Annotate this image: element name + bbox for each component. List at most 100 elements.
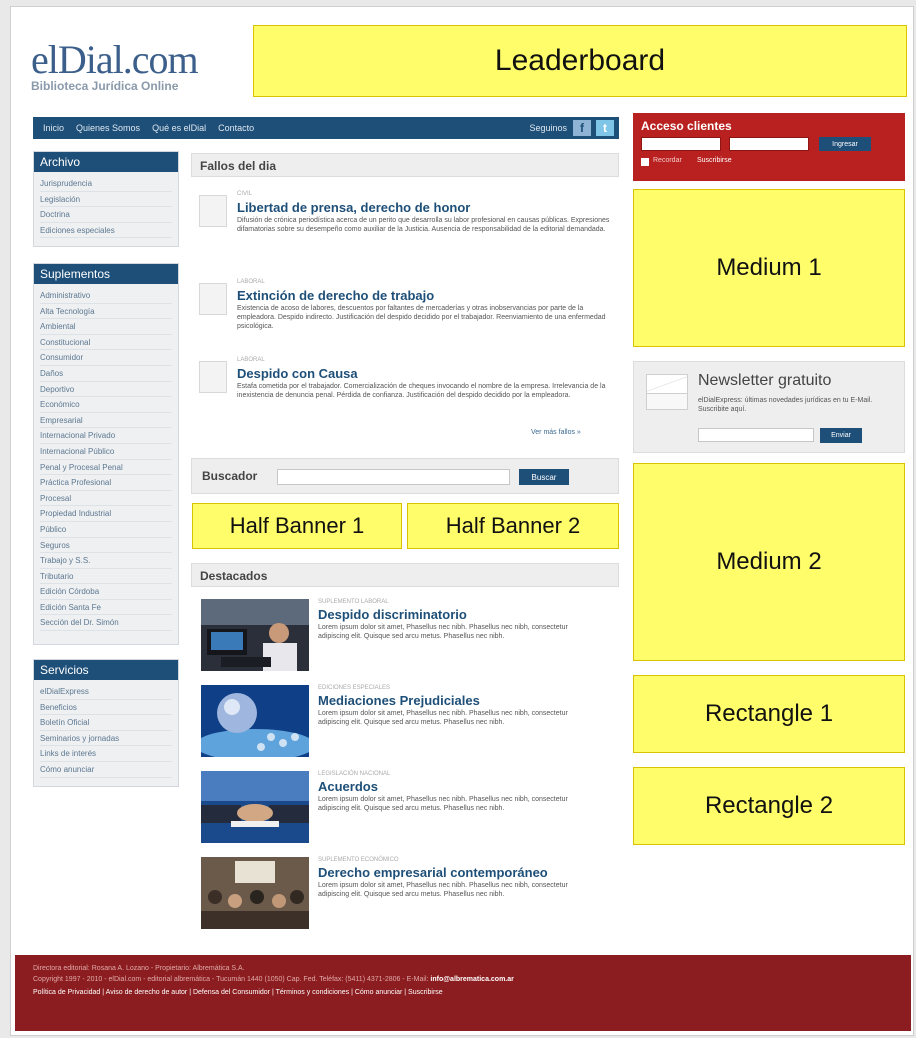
sidebar-suplementos: Suplementos Administrativo Alta Tecnolog… [33,263,179,645]
footer-link-derecho-autor[interactable]: Aviso de derecho de autor [106,989,188,996]
sidebar-item[interactable]: Empresarial [40,413,172,429]
newsletter-email-input[interactable] [698,428,814,442]
sidebar-item-doctrina[interactable]: Doctrina [40,207,172,223]
enviar-button[interactable]: Enviar [820,428,862,443]
sidebar-item-ediciones[interactable]: Ediciones especiales [40,223,172,239]
sidebar-item[interactable]: Tributario [40,569,172,585]
footer-link-defensa-consumidor[interactable]: Defensa del Consumidor [193,989,270,996]
destacado-title[interactable]: Acuerdos [318,779,378,794]
destacado-image[interactable] [201,599,309,671]
sidebar-item[interactable]: Boletín Oficial [40,715,172,731]
remember-label: Recordar [653,157,682,164]
twitter-icon[interactable]: t [596,120,614,136]
password-field[interactable] [729,137,809,151]
sidebar-item[interactable]: Edición Córdoba [40,584,172,600]
rectangle-1-ad[interactable]: Rectangle 1 [633,675,905,753]
sidebar-item[interactable]: Administrativo [40,288,172,304]
search-button[interactable]: Buscar [519,469,569,485]
sidebar-item[interactable]: Constitucional [40,335,172,351]
fallo-item[interactable]: LABORAL Despido con Causa Estafa cometid… [199,357,613,421]
fallo-title[interactable]: Extinción de derecho de trabajo [237,288,434,303]
sidebar-item[interactable]: Público [40,522,172,538]
sidebar-item[interactable]: Cómo anunciar [40,762,172,778]
document-icon [199,283,227,315]
footer: Directora editorial: Rosana A. Lozano - … [15,955,911,1031]
footer-link-terminos[interactable]: Términos y condiciones [276,989,350,996]
destacado-item[interactable]: LEGISLACIÓN NACIONAL Acuerdos Lorem ipsu… [201,771,611,847]
half-banner-2-ad[interactable]: Half Banner 2 [407,503,619,549]
sidebar-item[interactable]: Práctica Profesional [40,475,172,491]
subscribe-link[interactable]: Suscribirse [697,157,732,164]
ingresar-button[interactable]: Ingresar [819,137,871,151]
sidebar-item[interactable]: Links de interés [40,746,172,762]
sidebar-item-jurisprudencia[interactable]: Jurisprudencia [40,176,172,192]
footer-link-suscribirse[interactable]: Suscribirse [408,989,443,996]
sidebar-item[interactable]: Propiedad Industrial [40,506,172,522]
sidebar-item[interactable]: Seguros [40,538,172,554]
fallo-item[interactable]: LABORAL Extinción de derecho de trabajo … [199,279,613,343]
office-photo [201,599,309,671]
destacado-text: Lorem ipsum dolor sit amet, Phasellus ne… [318,796,568,812]
fallo-title[interactable]: Despido con Causa [237,366,358,381]
footer-link-como-anunciar[interactable]: Cómo anunciar [355,989,402,996]
fallos-header: Fallos del dia [191,153,619,177]
sidebar-suplementos-title: Suplementos [34,264,178,284]
sidebar-item[interactable]: Daños [40,366,172,382]
destacado-category: SUPLEMENTO ECONÓMICO [318,857,399,863]
fallo-title[interactable]: Libertad de prensa, derecho de honor [237,200,470,215]
destacado-title[interactable]: Mediaciones Prejudiciales [318,693,480,708]
medium-2-ad[interactable]: Medium 2 [633,463,905,661]
destacado-item[interactable]: SUPLEMENTO LABORAL Despido discriminator… [201,599,611,675]
sidebar-item[interactable]: Seminarios y jornadas [40,731,172,747]
sidebar-item[interactable]: Trabajo y S.S. [40,553,172,569]
facebook-icon[interactable]: f [573,120,591,136]
meeting-photo [201,857,309,929]
sidebar-item-legislacion[interactable]: Legislación [40,192,172,208]
medium-1-ad[interactable]: Medium 1 [633,189,905,347]
destacado-title[interactable]: Derecho empresarial contemporáneo [318,865,548,880]
sidebar-item[interactable]: Sección del Dr. Simón [40,615,172,632]
fallo-item[interactable]: CIVIL Libertad de prensa, derecho de hon… [199,191,613,263]
logo-tagline: Biblioteca Jurídica Online [31,79,179,93]
sidebar-item[interactable]: Económico [40,397,172,413]
sidebar-item[interactable]: Internacional Público [40,444,172,460]
sidebar-item[interactable]: Edición Santa Fe [40,600,172,616]
site-logo[interactable]: elDial.com Biblioteca Jurídica Online [31,40,241,94]
footer-editorial: Directora editorial: Rosana A. Lozano - … [33,965,245,972]
sidebar-item[interactable]: Deportivo [40,382,172,398]
footer-email-link[interactable]: info@albrematica.com.ar [430,976,513,983]
buscador-label: Buscador [202,469,258,483]
username-field[interactable] [641,137,721,151]
sidebar-item[interactable]: Penal y Procesal Penal [40,460,172,476]
destacado-image[interactable] [201,685,309,757]
remember-checkbox[interactable] [641,158,649,166]
destacado-title[interactable]: Despido discriminatorio [318,607,467,622]
destacado-category: EDICIONES ESPECIALES [318,685,391,691]
destacado-image[interactable] [201,857,309,929]
search-input[interactable] [277,469,510,485]
envelope-icon [646,374,688,410]
nav-item-inicio[interactable]: Inicio [43,123,64,133]
ver-mas-fallos-link[interactable]: Ver más fallos » [531,429,581,436]
sidebar-item[interactable]: Ambiental [40,319,172,335]
destacado-category: SUPLEMENTO LABORAL [318,599,389,605]
sidebar-item[interactable]: elDialExpress [40,684,172,700]
sidebar-item[interactable]: Alta Tecnología [40,304,172,320]
nav-item-contacto[interactable]: Contacto [218,123,254,133]
fallo-category: LABORAL [237,279,265,285]
newsletter-title: Newsletter gratuito [698,372,832,389]
rectangle-2-ad[interactable]: Rectangle 2 [633,767,905,845]
destacado-item[interactable]: SUPLEMENTO ECONÓMICO Derecho empresarial… [201,857,611,933]
sidebar-item[interactable]: Consumidor [40,350,172,366]
destacado-image[interactable] [201,771,309,843]
buscador-box: Buscador Buscar [191,458,619,494]
sidebar-item[interactable]: Internacional Privado [40,428,172,444]
destacado-item[interactable]: EDICIONES ESPECIALES Mediaciones Prejudi… [201,685,611,761]
nav-item-quienes-somos[interactable]: Quienes Somos [76,123,140,133]
half-banner-1-ad[interactable]: Half Banner 1 [192,503,402,549]
sidebar-item[interactable]: Procesal [40,491,172,507]
sidebar-item[interactable]: Beneficios [40,700,172,716]
footer-link-privacidad[interactable]: Política de Privacidad [33,989,100,996]
nav-item-que-es[interactable]: Qué es elDial [152,123,206,133]
leaderboard-ad[interactable]: Leaderboard [253,25,907,97]
